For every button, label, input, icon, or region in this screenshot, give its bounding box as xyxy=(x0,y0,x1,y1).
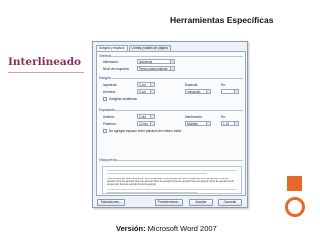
tabs-button[interactable]: Tabulaciones... xyxy=(97,199,125,206)
side-title: Interlineado xyxy=(8,56,82,68)
indent-by-field[interactable] xyxy=(221,89,239,94)
special-indent-label: Especial: xyxy=(185,83,198,87)
outline-level-label: Nivel de esquema: xyxy=(103,67,130,71)
accent-circle xyxy=(285,197,305,217)
preview-line xyxy=(107,170,237,171)
preview-heading: Vista previa xyxy=(99,158,117,162)
chevron-down-icon xyxy=(170,67,174,70)
chevron-down-icon xyxy=(206,122,210,125)
preview-line xyxy=(107,189,237,190)
spin-icon xyxy=(150,115,154,118)
line-spacing-at-label: En: xyxy=(221,115,226,119)
alignment-label: Alineación: xyxy=(103,60,119,64)
mirror-indents-label: Sangrías simétricas xyxy=(109,97,137,101)
indent-divider xyxy=(112,78,243,79)
spin-icon xyxy=(150,122,154,125)
preview-sample-text: Texto de ejemplo Texto de ejemplo Texto … xyxy=(107,178,234,186)
mirror-indents-checkbox[interactable] xyxy=(103,97,107,101)
version-footer: Versión: Microsoft Word 2007 xyxy=(116,224,217,233)
general-heading: General xyxy=(99,54,112,58)
set-default-button[interactable]: Predeterminar... xyxy=(155,199,183,206)
tab-panel: General Alineación: Izquierda Nivel de e… xyxy=(96,51,246,196)
line-spacing-label: Interlineado: xyxy=(185,115,203,119)
spin-icon xyxy=(150,83,154,86)
ok-button[interactable]: Aceptar xyxy=(189,199,213,206)
spin-icon xyxy=(150,90,154,93)
indent-right-label: Derecha: xyxy=(103,90,116,94)
version-value: Microsoft Word 2007 xyxy=(145,224,217,233)
slide-title: Herramientas Específicas xyxy=(170,15,274,25)
spacing-heading: Espaciado xyxy=(99,108,115,112)
preview-line xyxy=(107,173,207,174)
indent-left-label: Izquierda: xyxy=(103,83,117,87)
paragraph-dialog: Sangría y espacio Líneas y saltos de pág… xyxy=(92,41,248,208)
alignment-select[interactable]: Izquierda xyxy=(137,59,175,64)
preview-line xyxy=(107,192,197,193)
chevron-down-icon xyxy=(170,60,174,63)
line-spacing-select[interactable]: Múltiple xyxy=(185,121,211,126)
preview-divider xyxy=(117,160,243,161)
indent-right-field[interactable]: 0 cm xyxy=(137,89,155,94)
indent-left-field[interactable]: 0 cm xyxy=(137,82,155,87)
spacing-before-field[interactable]: 0 pto xyxy=(137,114,155,119)
spacing-after-label: Posterior: xyxy=(103,122,117,126)
line-spacing-at-field[interactable]: 1,15 xyxy=(221,121,239,126)
spacing-divider xyxy=(114,110,243,111)
indent-by-label: En: xyxy=(221,83,226,87)
cancel-button[interactable]: Cancelar xyxy=(218,199,242,206)
no-space-label: No agregar espacio entre párrafos del mi… xyxy=(109,129,182,133)
spacing-after-field[interactable]: 10 pto xyxy=(137,121,155,126)
preview-box: Texto de ejemplo Texto de ejemplo Texto … xyxy=(102,166,242,194)
spin-icon xyxy=(234,122,238,125)
chevron-down-icon xyxy=(206,90,210,93)
general-divider xyxy=(111,56,243,57)
special-indent-select[interactable]: (ninguna) xyxy=(185,89,211,94)
indent-heading: Sangría xyxy=(99,76,111,80)
spin-icon xyxy=(234,90,238,93)
spacing-before-label: Anterior: xyxy=(103,115,116,119)
no-space-checkbox[interactable] xyxy=(103,129,107,133)
outline-level-select[interactable]: Texto independiente xyxy=(137,66,175,71)
accent-square xyxy=(287,176,302,191)
version-label: Versión: xyxy=(116,224,146,233)
title-underline xyxy=(8,72,84,73)
